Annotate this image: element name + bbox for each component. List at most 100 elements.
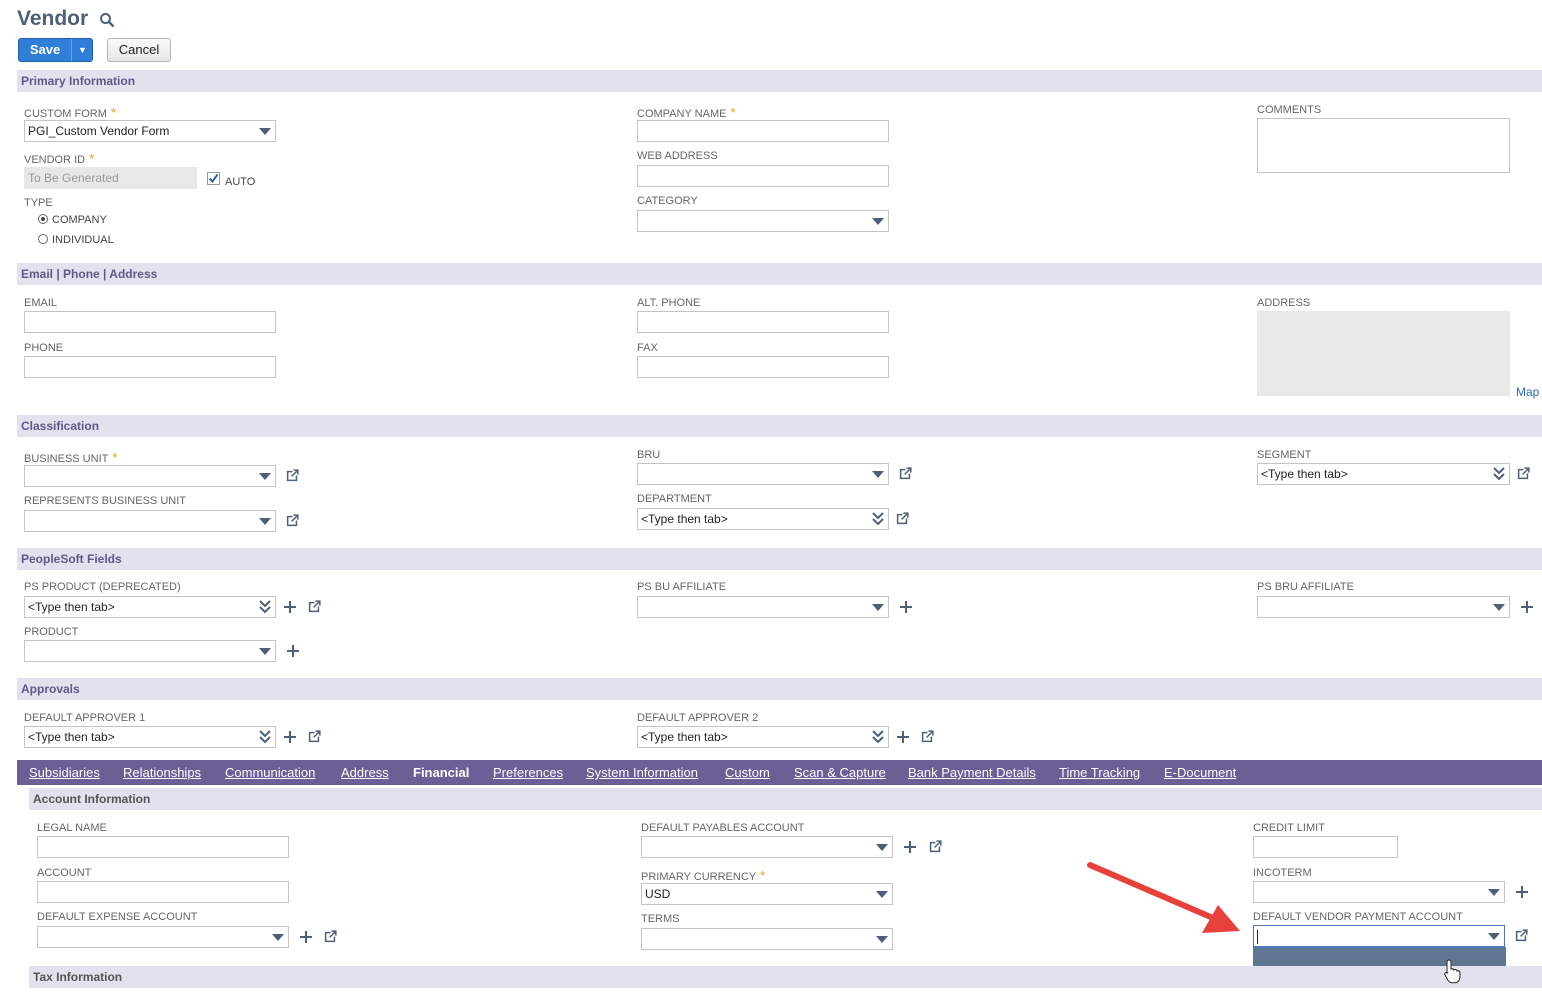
primary-currency-select[interactable]: USD xyxy=(641,883,893,905)
segment-label: SEGMENT xyxy=(1257,449,1312,461)
open-record-icon[interactable] xyxy=(920,729,935,744)
add-icon[interactable] xyxy=(283,600,297,614)
open-record-icon[interactable] xyxy=(1514,928,1529,943)
tab-address[interactable]: Address xyxy=(341,760,389,785)
comments-textarea[interactable] xyxy=(1257,118,1510,173)
tab-system-information[interactable]: System Information xyxy=(586,760,698,785)
business-unit-select[interactable] xyxy=(24,465,276,487)
tab-financial[interactable]: Financial xyxy=(413,760,469,785)
default-vendor-payment-account-select[interactable] xyxy=(1253,925,1505,947)
tab-subsidiaries[interactable]: Subsidiaries xyxy=(29,760,100,785)
product-select[interactable] xyxy=(24,640,276,662)
account-input[interactable] xyxy=(37,881,289,903)
add-icon[interactable] xyxy=(1515,885,1529,899)
subtab-bar: Subsidiaries Relationships Communication… xyxy=(17,760,1542,785)
tab-time-tracking[interactable]: Time Tracking xyxy=(1059,760,1140,785)
chevron-down-icon xyxy=(1488,889,1500,896)
type-individual-radio[interactable] xyxy=(38,234,48,244)
chevron-down-icon xyxy=(876,891,888,898)
terms-select[interactable] xyxy=(641,928,893,950)
double-chevron-down-icon xyxy=(259,600,271,614)
open-record-icon[interactable] xyxy=(1516,466,1531,481)
default-approver-1-combobox[interactable]: <Type then tab> xyxy=(24,726,276,748)
save-menu-chevron-down-icon[interactable]: ▼ xyxy=(71,39,93,61)
address-label: ADDRESS xyxy=(1257,297,1311,309)
vendor-id-input: To Be Generated xyxy=(24,167,197,189)
add-icon[interactable] xyxy=(1520,600,1534,614)
add-icon[interactable] xyxy=(899,600,913,614)
open-record-icon[interactable] xyxy=(285,468,300,483)
add-icon[interactable] xyxy=(896,730,910,744)
product-label: PRODUCT xyxy=(24,626,79,638)
section-account-information[interactable]: Account Information xyxy=(29,788,1542,810)
segment-combobox[interactable]: <Type then tab> xyxy=(1257,463,1510,485)
credit-limit-label: CREDIT LIMIT xyxy=(1253,822,1325,834)
add-icon[interactable] xyxy=(283,730,297,744)
section-classification[interactable]: Classification xyxy=(17,415,1542,437)
represents-business-unit-select[interactable] xyxy=(24,510,276,532)
ps-bru-affiliate-select[interactable] xyxy=(1257,596,1510,618)
open-record-icon[interactable] xyxy=(898,466,913,481)
add-icon[interactable] xyxy=(299,930,313,944)
tab-communication[interactable]: Communication xyxy=(225,760,315,785)
section-peoplesoft-fields[interactable]: PeopleSoft Fields xyxy=(17,548,1542,570)
tab-custom[interactable]: Custom xyxy=(725,760,770,785)
section-approvals[interactable]: Approvals xyxy=(17,678,1542,700)
tab-preferences[interactable]: Preferences xyxy=(493,760,563,785)
default-payables-account-select[interactable] xyxy=(641,836,893,858)
category-select[interactable] xyxy=(637,210,889,232)
fax-input[interactable] xyxy=(637,356,889,378)
ps-product-combobox[interactable]: <Type then tab> xyxy=(24,596,276,618)
open-record-icon[interactable] xyxy=(307,599,322,614)
phone-input[interactable] xyxy=(24,356,276,378)
email-input[interactable] xyxy=(24,311,276,333)
legal-name-label: LEGAL NAME xyxy=(37,822,107,834)
type-company-radio[interactable] xyxy=(38,214,48,224)
department-combobox[interactable]: <Type then tab> xyxy=(637,508,889,530)
account-label: ACCOUNT xyxy=(37,867,92,879)
open-record-icon[interactable] xyxy=(285,513,300,528)
web-address-input[interactable] xyxy=(637,165,889,187)
auto-checkbox[interactable] xyxy=(207,172,220,185)
custom-form-select[interactable]: PGI_Custom Vendor Form xyxy=(24,120,276,142)
custom-form-label: CUSTOM FORM * xyxy=(24,105,116,120)
open-record-icon[interactable] xyxy=(323,929,338,944)
phone-label: PHONE xyxy=(24,342,64,354)
section-email-phone-address[interactable]: Email | Phone | Address xyxy=(17,263,1542,285)
tab-e-document[interactable]: E-Document xyxy=(1164,760,1236,785)
section-tax-information[interactable]: Tax Information xyxy=(29,966,1542,988)
credit-limit-input[interactable] xyxy=(1253,836,1398,858)
type-label: TYPE xyxy=(24,197,53,209)
double-chevron-down-icon xyxy=(872,730,884,744)
default-expense-account-select[interactable] xyxy=(37,926,289,948)
default-approver-2-combobox[interactable]: <Type then tab> xyxy=(637,726,889,748)
ps-bu-affiliate-select[interactable] xyxy=(637,596,889,618)
save-button[interactable]: Save ▼ xyxy=(18,38,93,62)
search-icon[interactable] xyxy=(99,12,115,28)
section-primary-information[interactable]: Primary Information xyxy=(17,70,1542,92)
open-record-icon[interactable] xyxy=(928,839,943,854)
company-name-input[interactable] xyxy=(637,120,889,142)
map-link[interactable]: Map xyxy=(1516,385,1539,399)
address-textarea xyxy=(1257,311,1510,396)
incoterm-select[interactable] xyxy=(1253,881,1505,903)
represents-business-unit-label: REPRESENTS BUSINESS UNIT xyxy=(24,495,186,507)
department-label: DEPARTMENT xyxy=(637,493,712,505)
tab-scan-capture[interactable]: Scan & Capture xyxy=(794,760,886,785)
tab-relationships[interactable]: Relationships xyxy=(123,760,201,785)
open-record-icon[interactable] xyxy=(307,729,322,744)
chevron-down-icon xyxy=(259,648,271,655)
legal-name-input[interactable] xyxy=(37,836,289,858)
cancel-button[interactable]: Cancel xyxy=(107,38,171,62)
default-payables-account-label: DEFAULT PAYABLES ACCOUNT xyxy=(641,822,805,834)
tab-bank-payment-details[interactable]: Bank Payment Details xyxy=(908,760,1036,785)
chevron-down-icon xyxy=(1493,604,1505,611)
open-record-icon[interactable] xyxy=(895,511,910,526)
vendor-id-label: VENDOR ID * xyxy=(24,151,95,166)
bru-select[interactable] xyxy=(637,463,889,485)
chevron-down-icon xyxy=(272,934,284,941)
alt-phone-input[interactable] xyxy=(637,311,889,333)
default-approver-2-label: DEFAULT APPROVER 2 xyxy=(637,712,759,724)
add-icon[interactable] xyxy=(286,644,300,658)
add-icon[interactable] xyxy=(903,840,917,854)
